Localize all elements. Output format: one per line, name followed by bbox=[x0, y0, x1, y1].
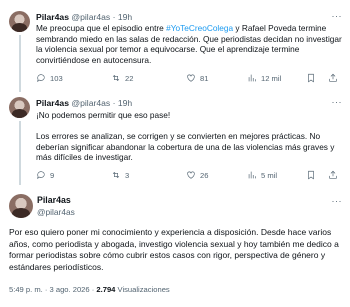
more-options-icon[interactable]: ··· bbox=[332, 97, 343, 107]
retweet-count: 22 bbox=[125, 73, 134, 83]
reply-button[interactable]: 9 bbox=[36, 170, 54, 180]
separator-dot: · bbox=[112, 98, 116, 108]
main-author-handle[interactable]: @pilar4as bbox=[37, 207, 75, 217]
separator-dot: · bbox=[112, 12, 116, 22]
bookmark-button[interactable] bbox=[306, 73, 316, 83]
retweet-icon bbox=[112, 172, 120, 178]
thread-line bbox=[19, 121, 21, 185]
tweet-text: ¡No podemos permitir que eso pase! Los e… bbox=[36, 110, 342, 163]
main-timestamp[interactable]: 5:49 p. m. · 3 ago. 2026 · bbox=[9, 285, 96, 294]
reply-count: 103 bbox=[50, 73, 63, 83]
reply-count: 9 bbox=[50, 170, 55, 180]
bookmark-icon bbox=[308, 73, 314, 83]
retweet-count: 3 bbox=[125, 170, 130, 180]
author-name[interactable]: Pilar4as bbox=[36, 98, 69, 108]
share-icon bbox=[329, 73, 337, 82]
more-options-icon[interactable]: ··· bbox=[332, 196, 343, 206]
reply-icon bbox=[37, 171, 45, 180]
avatar[interactable] bbox=[9, 11, 30, 32]
thread-line bbox=[19, 35, 21, 92]
timestamp[interactable]: 19h bbox=[118, 12, 132, 22]
tweet-text: Me preocupa que el episodio entre #YoTeC… bbox=[36, 23, 342, 65]
main-view-count: 2.794 bbox=[96, 285, 116, 294]
like-count: 26 bbox=[200, 170, 209, 180]
tweet-paragraph: ¡No podemos permitir que eso pase! bbox=[36, 110, 171, 120]
main-views-label: Visualizaciones bbox=[115, 285, 170, 294]
view-count: 12 mil bbox=[261, 73, 282, 83]
tweet-header: Pilar4as @pilar4as · 19h bbox=[36, 12, 132, 23]
chart-icon bbox=[248, 171, 256, 179]
main-author-name[interactable]: Pilar4as bbox=[37, 195, 71, 205]
retweet-button[interactable]: 22 bbox=[111, 73, 133, 83]
view-count: 5 mil bbox=[261, 170, 278, 180]
heart-icon bbox=[187, 171, 195, 179]
retweet-icon bbox=[112, 75, 120, 81]
tweet-1[interactable]: Pilar4as @pilar4as · 19h ··· Me preocupa… bbox=[0, 0, 350, 92]
share-icon bbox=[329, 170, 337, 179]
tweet-actions: 103 22 81 12 mil bbox=[36, 73, 342, 85]
tweet-2[interactable]: Pilar4as @pilar4as · 19h ··· ¡No podemos… bbox=[0, 92, 350, 185]
author-name[interactable]: Pilar4as bbox=[36, 12, 69, 22]
bookmark-button[interactable] bbox=[306, 170, 316, 180]
tweet-text-part: Me preocupa que el episodio entre bbox=[36, 23, 167, 33]
views-button[interactable]: 5 mil bbox=[247, 170, 277, 180]
bookmark-icon bbox=[308, 170, 314, 180]
timestamp[interactable]: 19h bbox=[118, 98, 132, 108]
like-button[interactable]: 81 bbox=[186, 73, 208, 83]
like-button[interactable]: 26 bbox=[186, 170, 208, 180]
tweet-paragraph: Los errores se analizan, se corrigen y s… bbox=[36, 131, 335, 162]
share-button[interactable] bbox=[328, 170, 338, 180]
retweet-button[interactable]: 3 bbox=[111, 170, 129, 180]
avatar[interactable] bbox=[9, 97, 30, 118]
tweet-header: Pilar4as @pilar4as · 19h bbox=[36, 98, 132, 109]
main-tweet-text: Por eso quiero poner mi conocimiento y e… bbox=[9, 227, 339, 272]
views-button[interactable]: 12 mil bbox=[247, 73, 281, 83]
author-handle[interactable]: @pilar4as bbox=[71, 12, 110, 22]
like-count: 81 bbox=[200, 73, 209, 83]
reply-icon bbox=[37, 74, 45, 83]
heart-icon bbox=[187, 74, 195, 82]
author-handle[interactable]: @pilar4as bbox=[71, 98, 110, 108]
chart-icon bbox=[248, 74, 256, 82]
share-button[interactable] bbox=[328, 73, 338, 83]
more-options-icon[interactable]: ··· bbox=[332, 11, 343, 21]
hashtag-link[interactable]: #YoTeCreoColega bbox=[166, 23, 233, 33]
main-avatar[interactable] bbox=[9, 194, 33, 218]
main-tweet-meta: 5:49 p. m. · 3 ago. 2026 · 2.794 Visuali… bbox=[9, 285, 170, 294]
tweet-actions: 9 3 26 5 mil bbox=[36, 170, 342, 182]
reply-button[interactable]: 103 bbox=[36, 73, 63, 83]
